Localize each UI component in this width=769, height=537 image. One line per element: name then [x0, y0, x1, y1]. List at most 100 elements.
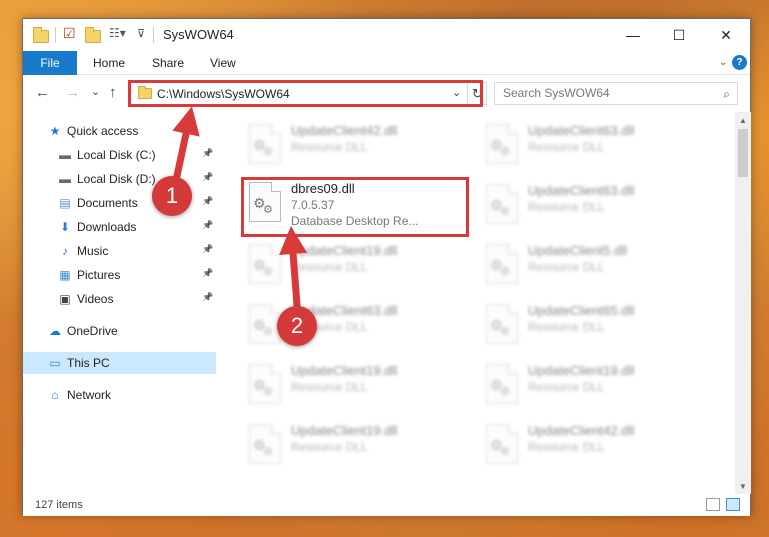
file-item[interactable]: ⚙ ⚙ UpdateClient19.dll Resource DLL	[241, 420, 467, 472]
recent-locations-button[interactable]: ⌄	[91, 85, 100, 98]
tab-file[interactable]: File	[23, 51, 77, 75]
pin-icon: 📌	[202, 220, 214, 230]
back-button[interactable]: ←	[35, 84, 50, 101]
sidebar-item-label: This PC	[67, 356, 110, 370]
dll-file-icon: ⚙ ⚙	[486, 424, 518, 464]
file-item[interactable]: ⚙ ⚙ UpdateClient63.dll Resource DLL	[478, 120, 704, 172]
file-description: Resource DLL	[291, 140, 368, 154]
file-name: UpdateClient19.dll	[291, 363, 398, 378]
window-title: SysWOW64	[163, 27, 234, 42]
properties-icon[interactable]: ☑	[63, 25, 76, 41]
forward-button[interactable]: →	[65, 84, 80, 101]
minimize-button[interactable]: —	[610, 19, 656, 51]
pin-icon: 📌	[202, 292, 214, 302]
sidebar-item-this-pc[interactable]: ▭ This PC	[23, 352, 216, 374]
cloud-icon: ☁	[49, 324, 61, 338]
file-item[interactable]: ⚙ ⚙ UpdateClient63.dll Resource DLL	[241, 300, 467, 352]
search-icon[interactable]: ⌕	[723, 87, 730, 102]
dll-file-icon: ⚙ ⚙	[486, 124, 518, 164]
drive-icon: ▬	[59, 172, 71, 186]
documents-icon: ▤	[59, 196, 71, 210]
file-description: Resource DLL	[528, 440, 605, 454]
dll-file-icon: ⚙ ⚙	[486, 304, 518, 344]
sidebar-item-label: Quick access	[67, 124, 139, 138]
file-description: Resource DLL	[528, 320, 605, 334]
file-description: Resource DLL	[291, 260, 368, 274]
vertical-scrollbar[interactable]: ▲ ▼	[735, 112, 751, 494]
sidebar-item-label: Network	[67, 388, 112, 402]
details-view-icon[interactable]	[706, 498, 720, 511]
close-button[interactable]: ✕	[703, 19, 749, 51]
up-button[interactable]: ↑	[109, 84, 117, 101]
drive-icon: ▬	[59, 148, 71, 162]
pin-icon: 📌	[202, 196, 214, 206]
help-button[interactable]: ?	[732, 55, 747, 70]
dll-file-icon: ⚙ ⚙	[249, 364, 281, 404]
sidebar-item-videos[interactable]: ▣ Videos 📌	[23, 288, 216, 310]
maximize-button[interactable]: ☐	[656, 19, 702, 51]
file-item[interactable]: ⚙ ⚙ UpdateClient5.dll Resource DLL	[478, 240, 704, 292]
file-item[interactable]: ⚙ ⚙ UpdateClient19.dll Resource DLL	[478, 360, 704, 412]
file-name: UpdateClient5.dll	[528, 243, 628, 258]
pin-icon: 📌	[202, 268, 214, 278]
expand-ribbon-icon[interactable]: ⌄	[719, 57, 727, 68]
file-description: Resource DLL	[291, 440, 368, 454]
quick-access-dropdown-icon[interactable]: ⊽	[137, 27, 145, 43]
search-input[interactable]	[503, 86, 703, 100]
file-item[interactable]: ⚙ ⚙ UpdateClient65.dll Resource DLL	[478, 300, 704, 352]
dll-file-icon: ⚙ ⚙	[486, 244, 518, 284]
star-icon: ★	[49, 124, 61, 138]
pictures-icon: ▦	[59, 268, 71, 282]
sidebar-item-local-disk-c[interactable]: ▬ Local Disk (C:) 📌	[23, 144, 216, 166]
sidebar-item-label: OneDrive	[67, 324, 118, 338]
dll-file-icon: ⚙ ⚙	[249, 244, 281, 284]
network-icon: ⌂	[51, 388, 59, 402]
scroll-up-icon[interactable]: ▲	[735, 112, 751, 128]
downloads-icon: ⬇	[59, 220, 71, 234]
tab-share[interactable]: Share	[152, 51, 184, 75]
dll-file-icon: ⚙ ⚙	[486, 184, 518, 224]
ribbon: File Home Share View ⌄ ?	[23, 51, 750, 75]
scroll-thumb[interactable]	[738, 129, 748, 177]
file-name: UpdateClient42.dll	[291, 123, 398, 138]
file-name: UpdateClient63.dll	[528, 183, 635, 198]
sidebar-item-onedrive[interactable]: ☁ OneDrive	[23, 320, 216, 342]
address-highlight	[128, 80, 483, 107]
file-list: ⚙ ⚙ UpdateClient42.dll Resource DLL ⚙ ⚙ Update…	[216, 112, 735, 494]
tab-view[interactable]: View	[210, 51, 236, 75]
file-item[interactable]: ⚙ ⚙ UpdateClient63.dll Resource DLL	[478, 180, 704, 232]
videos-icon: ▣	[59, 292, 71, 306]
dll-file-icon: ⚙ ⚙	[486, 364, 518, 404]
item-count: 127 items	[35, 499, 83, 511]
sidebar-item-pictures[interactable]: ▦ Pictures 📌	[23, 264, 216, 286]
file-name: UpdateClient19.dll	[291, 243, 398, 258]
customize-view-icon[interactable]: ☷▾	[109, 26, 126, 42]
title-bar: ☑ ☷▾ ⊽ SysWOW64 — ☐ ✕	[23, 19, 750, 51]
sidebar-item-network[interactable]: ⌂ Network	[23, 384, 216, 406]
step-badge-1: 1	[152, 176, 192, 216]
file-item[interactable]: ⚙ ⚙ UpdateClient42.dll Resource DLL	[241, 120, 467, 172]
sidebar-item-quick-access[interactable]: ★ Quick access	[23, 120, 216, 142]
file-name: UpdateClient63.dll	[528, 123, 635, 138]
sidebar-item-music[interactable]: ♪ Music 📌	[23, 240, 216, 262]
file-highlight	[241, 177, 469, 237]
sidebar-item-label: Videos	[77, 292, 114, 306]
file-item[interactable]: ⚙ ⚙ UpdateClient42.dll Resource DLL	[478, 420, 704, 472]
sidebar-item-downloads[interactable]: ⬇ Downloads 📌	[23, 216, 216, 238]
sidebar-item-label: Pictures	[77, 268, 121, 282]
file-description: Resource DLL	[528, 140, 605, 154]
music-icon: ♪	[62, 244, 68, 258]
search-box[interactable]: ⌕	[494, 82, 738, 105]
navigation-pane: ★ Quick access ▬ Local Disk (C:) 📌 ▬ Local Dis…	[23, 112, 216, 494]
file-name: UpdateClient42.dll	[528, 423, 635, 438]
file-item[interactable]: ⚙ ⚙ UpdateClient19.dll Resource DLL	[241, 240, 467, 292]
file-name: UpdateClient19.dll	[528, 363, 635, 378]
tab-home[interactable]: Home	[93, 51, 125, 75]
dll-file-icon: ⚙ ⚙	[249, 424, 281, 464]
file-description: Resource DLL	[291, 380, 368, 394]
scroll-down-icon[interactable]: ▼	[735, 478, 751, 494]
file-description: Resource DLL	[528, 380, 605, 394]
file-item[interactable]: ⚙ ⚙ UpdateClient19.dll Resource DLL	[241, 360, 467, 412]
tiles-view-icon[interactable]	[726, 498, 740, 511]
sidebar-item-label: Music	[77, 244, 109, 258]
